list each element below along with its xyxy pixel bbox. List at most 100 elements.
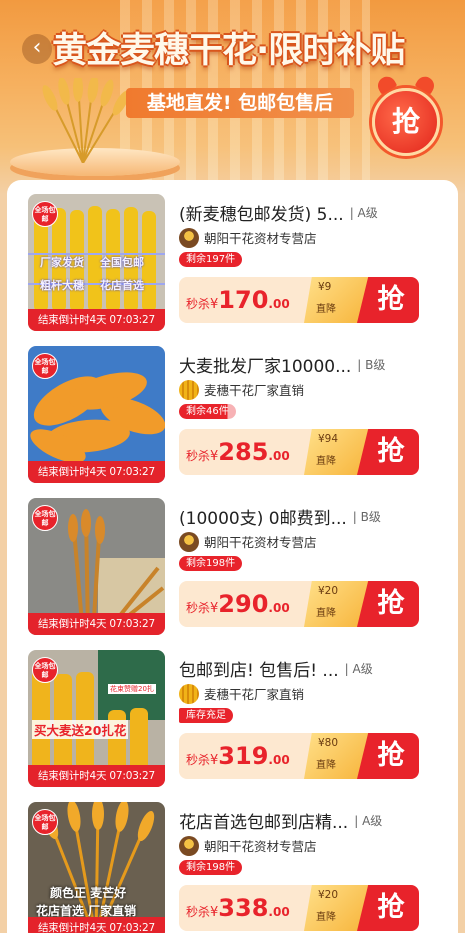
- product-name[interactable]: (10000支) 0邮费到...: [179, 504, 347, 529]
- shop-link[interactable]: 麦穗干花厂家直销: [179, 683, 305, 704]
- shop-link[interactable]: 麦穗干花厂家直销: [179, 379, 305, 400]
- product-thumbnail[interactable]: 全场包邮 结束倒计时4天 07:03:27: [28, 498, 165, 635]
- shop-link[interactable]: 朝阳干花资材专营店: [179, 227, 317, 248]
- price-decimal: .00: [268, 297, 290, 311]
- countdown-timer: 结束倒计时4天 07:03:27: [28, 309, 165, 331]
- price-decimal: .00: [268, 449, 290, 463]
- shop-name: 麦穗干花厂家直销: [204, 687, 305, 702]
- product-item[interactable]: 厂家发货 全国包邮 粗杆大穗 花店首选 全场包邮 结束倒计时4天 07:03:2…: [7, 180, 458, 331]
- price-integer: 170: [218, 286, 269, 314]
- free-shipping-badge: 全场包邮: [32, 201, 58, 227]
- product-title-row[interactable]: 包邮到店! 包售后! ... | A级: [179, 656, 449, 681]
- price-prefix: 秒杀: [186, 753, 211, 767]
- free-shipping-badge: 全场包邮: [32, 505, 58, 531]
- thumb-caption: 粗杆大穗: [40, 279, 84, 292]
- stock-badge: 库存充足: [179, 708, 233, 723]
- shop-avatar: [179, 379, 199, 400]
- price-decimal: .00: [268, 753, 290, 767]
- free-shipping-badge: 全场包邮: [32, 809, 58, 835]
- product-item[interactable]: 全场包邮 结束倒计时4天 07:03:27 (10000支) 0邮费到... | …: [7, 484, 458, 635]
- product-name[interactable]: 大麦批发厂家10000...: [179, 352, 351, 377]
- price-integer: 338: [218, 894, 269, 922]
- discount-amount: ¥94: [318, 433, 339, 445]
- product-grade: | A级: [354, 814, 383, 828]
- promo-banner: ‹ 黄金麦穗干花·限时补贴 基地直发! 包邮包售后 抢: [0, 0, 465, 195]
- shop-name: 麦穗干花厂家直销: [204, 383, 305, 398]
- product-thumbnail[interactable]: 全场包邮 结束倒计时4天 07:03:27: [28, 346, 165, 483]
- price-prefix: 秒杀: [186, 297, 211, 311]
- shop-name: 朝阳干花资材专营店: [204, 839, 317, 854]
- flash-sale-price: 秒杀¥170.00: [186, 286, 290, 314]
- product-title-row[interactable]: 花店首选包邮到店精... | A级: [179, 808, 449, 833]
- product-name[interactable]: 花店首选包邮到店精...: [179, 808, 348, 833]
- shop-name: 朝阳干花资材专营店: [204, 231, 317, 246]
- stock-badge: 剩余46件: [179, 404, 236, 419]
- product-title-row[interactable]: 大麦批发厂家10000... | B级: [179, 352, 449, 377]
- product-name[interactable]: (新麦穗包邮发货) 5...: [179, 200, 344, 225]
- product-grade: | B级: [352, 510, 381, 524]
- thumb-caption: 厂家发货: [40, 256, 84, 269]
- price-prefix: 秒杀: [186, 449, 211, 463]
- price-bar[interactable]: 秒杀¥285.00 ¥94 直降 抢: [179, 429, 419, 475]
- stock-badge: 剩余198件: [179, 556, 243, 571]
- thumb-caption: 花束赞赠20扎: [108, 684, 156, 694]
- discount-label: 直降: [316, 304, 336, 315]
- countdown-timer: 结束倒计时4天 07:03:27: [28, 461, 165, 483]
- shop-link[interactable]: 朝阳干花资材专营店: [179, 531, 317, 552]
- price-integer: 290: [218, 590, 269, 618]
- shop-avatar: [179, 531, 199, 552]
- product-item[interactable]: 颜色正 麦芒好 花店首选 厂家直销 全场包邮 结束倒计时4天 07:03:27 …: [7, 788, 458, 933]
- flash-sale-price: 秒杀¥290.00: [186, 590, 290, 618]
- free-shipping-badge: 全场包邮: [32, 657, 58, 683]
- thumb-caption: 全国包邮: [100, 256, 144, 269]
- countdown-timer: 结束倒计时4天 07:03:27: [28, 917, 165, 933]
- discount-label: 直降: [316, 912, 336, 923]
- shop-link[interactable]: 朝阳干花资材专营店: [179, 835, 317, 856]
- countdown-timer: 结束倒计时4天 07:03:27: [28, 613, 165, 635]
- banner-subtitle: 基地直发! 包邮包售后: [126, 88, 354, 118]
- discount-label: 直降: [316, 608, 336, 619]
- discount-amount: ¥80: [318, 737, 339, 749]
- price-prefix: 秒杀: [186, 601, 211, 615]
- discount-amount: ¥20: [318, 889, 339, 901]
- stock-badge: 剩余197件: [179, 252, 243, 267]
- product-title-row[interactable]: (10000支) 0邮费到... | B级: [179, 504, 449, 529]
- discount-amount: ¥9: [318, 281, 332, 293]
- shop-name: 朝阳干花资材专营店: [204, 535, 317, 550]
- flash-sale-price: 秒杀¥338.00: [186, 894, 290, 922]
- back-button[interactable]: ‹: [22, 34, 52, 64]
- price-bar[interactable]: 秒杀¥290.00 ¥20 直降 抢: [179, 581, 419, 627]
- product-grade: | B级: [357, 358, 386, 372]
- product-grade: | A级: [344, 662, 373, 676]
- price-integer: 319: [218, 742, 269, 770]
- price-prefix: 秒杀: [186, 905, 211, 919]
- countdown-timer: 结束倒计时4天 07:03:27: [28, 765, 165, 787]
- free-shipping-badge: 全场包邮: [32, 353, 58, 379]
- wheat-bundle-icon: [42, 78, 130, 163]
- discount-label: 直降: [316, 760, 336, 771]
- clock-grab-label: 抢: [391, 105, 420, 138]
- product-thumbnail[interactable]: 颜色正 麦芒好 花店首选 厂家直销 全场包邮 结束倒计时4天 07:03:27: [28, 802, 165, 933]
- flash-sale-price: 秒杀¥319.00: [186, 742, 290, 770]
- product-name[interactable]: 包邮到店! 包售后! ...: [179, 656, 339, 681]
- shop-avatar: [179, 683, 199, 704]
- price-decimal: .00: [268, 601, 290, 615]
- stock-badge: 剩余198件: [179, 860, 243, 875]
- price-bar[interactable]: 秒杀¥170.00 ¥9 直降 抢: [179, 277, 419, 323]
- product-title-row[interactable]: (新麦穗包邮发货) 5... | A级: [179, 200, 449, 225]
- discount-amount: ¥20: [318, 585, 339, 597]
- product-thumbnail[interactable]: 花束赞赠20扎 买大麦送20扎花 全场包邮 结束倒计时4天 07:03:27: [28, 650, 165, 787]
- thumb-caption: 买大麦送20扎花: [32, 720, 129, 739]
- price-decimal: .00: [268, 905, 290, 919]
- thumb-caption: 花店首选: [100, 279, 144, 292]
- banner-title: 黄金麦穗干花·限时补贴: [52, 31, 405, 71]
- product-item[interactable]: 花束赞赠20扎 买大麦送20扎花 全场包邮 结束倒计时4天 07:03:27 包…: [7, 636, 458, 787]
- product-item[interactable]: 全场包邮 结束倒计时4天 07:03:27 大麦批发厂家10000... | B级…: [7, 332, 458, 483]
- product-grade: | A级: [349, 206, 378, 220]
- shop-avatar: [179, 835, 199, 856]
- price-bar[interactable]: 秒杀¥319.00 ¥80 直降 抢: [179, 733, 419, 779]
- alarm-clock-icon: 抢: [372, 88, 440, 156]
- price-bar[interactable]: 秒杀¥338.00 ¥20 直降 抢: [179, 885, 419, 931]
- product-thumbnail[interactable]: 厂家发货 全国包邮 粗杆大穗 花店首选 全场包邮 结束倒计时4天 07:03:2…: [28, 194, 165, 331]
- flash-sale-price: 秒杀¥285.00: [186, 438, 290, 466]
